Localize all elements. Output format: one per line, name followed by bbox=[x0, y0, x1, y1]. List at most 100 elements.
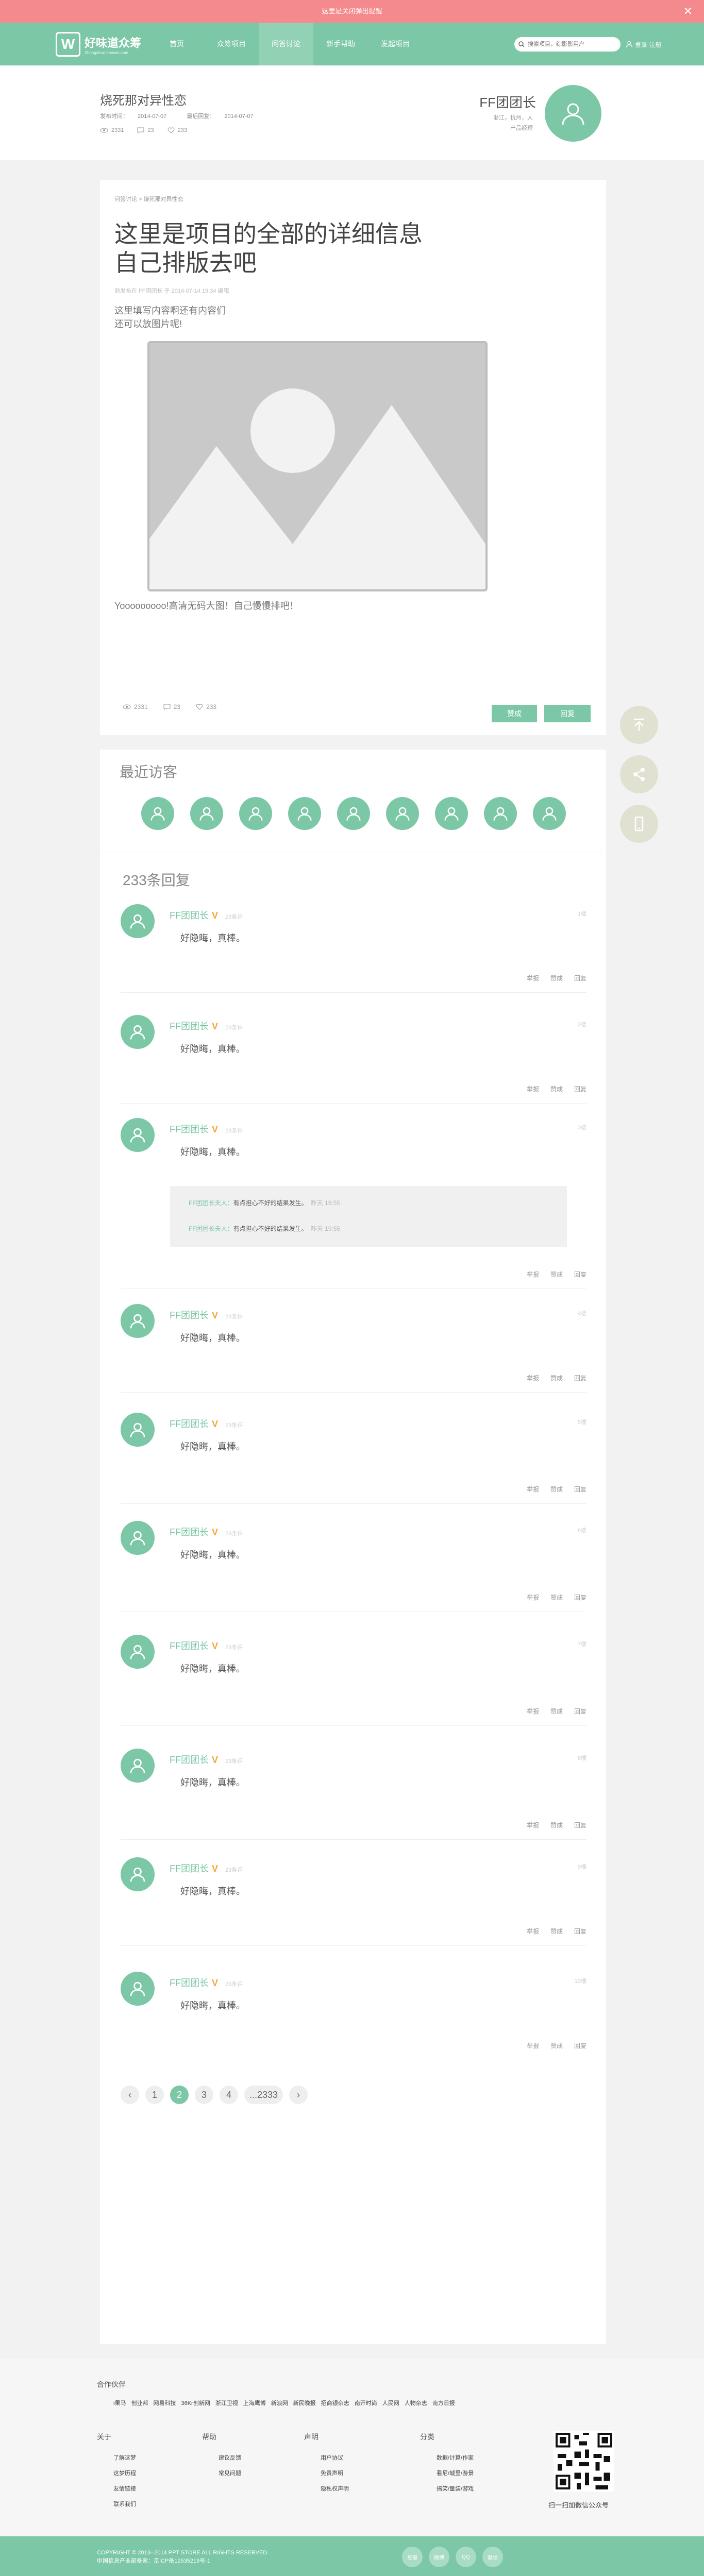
like-button[interactable]: 赞成 bbox=[492, 705, 537, 722]
nav-item-launch[interactable]: 发起项目 bbox=[368, 23, 423, 65]
like-link[interactable]: 赞成 bbox=[550, 1821, 563, 1829]
reply-author[interactable]: FF团团长 bbox=[170, 1755, 209, 1765]
reply-link[interactable]: 回复 bbox=[574, 2041, 586, 2050]
site-logo[interactable]: W 好味道众筹 Zhongchou.haowei.com bbox=[56, 32, 141, 57]
footer-link[interactable]: 建议反馈 bbox=[202, 2450, 241, 2466]
page-button[interactable]: 4 bbox=[220, 2086, 238, 2104]
page-button[interactable]: ...2333 bbox=[244, 2086, 283, 2104]
reply-link[interactable]: 回复 bbox=[574, 974, 586, 982]
qq-icon[interactable]: QQ bbox=[456, 2547, 476, 2567]
report-link[interactable]: 举报 bbox=[527, 2041, 539, 2050]
nav-item-help[interactable]: 新手帮助 bbox=[313, 23, 368, 65]
partner-link[interactable]: 上海鹰博 bbox=[243, 2399, 266, 2407]
page-button[interactable]: 3 bbox=[195, 2086, 213, 2104]
visitor-avatar[interactable] bbox=[386, 797, 419, 830]
reply-author[interactable]: FF团团长 bbox=[170, 1527, 209, 1537]
reply-link[interactable]: 回复 bbox=[574, 1270, 586, 1279]
footer-link[interactable]: 了解这梦 bbox=[97, 2450, 136, 2466]
search-icon[interactable] bbox=[518, 41, 525, 47]
reply-author[interactable]: FF团团长 bbox=[170, 1021, 209, 1031]
footer-link[interactable]: 免责声明 bbox=[304, 2466, 349, 2481]
nav-item-discussion[interactable]: 问答讨论 bbox=[259, 23, 313, 65]
reply-author[interactable]: FF团团长 bbox=[170, 1124, 209, 1134]
like-link[interactable]: 赞成 bbox=[550, 1374, 563, 1382]
douban-icon[interactable]: 豆瓣 bbox=[402, 2547, 423, 2567]
visitor-avatar[interactable] bbox=[239, 797, 272, 830]
like-link[interactable]: 赞成 bbox=[550, 1270, 563, 1279]
reply-avatar[interactable] bbox=[121, 1413, 155, 1447]
visitor-avatar[interactable] bbox=[190, 797, 223, 830]
visitor-avatar[interactable] bbox=[484, 797, 517, 830]
page-button[interactable]: 1 bbox=[145, 2086, 164, 2104]
reply-author[interactable]: FF团团长 bbox=[170, 1978, 209, 1988]
partner-link[interactable]: 人物杂志 bbox=[405, 2399, 427, 2407]
reply-author[interactable]: FF团团长 bbox=[170, 910, 209, 921]
next-page-button[interactable]: › bbox=[289, 2086, 308, 2104]
close-icon[interactable]: ✕ bbox=[683, 0, 693, 23]
wechat-icon[interactable]: 微信 bbox=[482, 2547, 503, 2567]
footer-link[interactable]: 隐私权声明 bbox=[304, 2481, 349, 2497]
partner-link[interactable]: 新浪网 bbox=[271, 2399, 288, 2407]
footer-link[interactable]: 用户协议 bbox=[304, 2450, 349, 2466]
reply-link[interactable]: 回复 bbox=[574, 1084, 586, 1093]
footer-link[interactable]: 常见问题 bbox=[202, 2466, 241, 2481]
owner-avatar[interactable] bbox=[545, 85, 601, 142]
partner-link[interactable]: 南方日报 bbox=[432, 2399, 455, 2407]
partner-link[interactable]: 南开时尚 bbox=[355, 2399, 377, 2407]
reply-avatar[interactable] bbox=[121, 1015, 155, 1049]
reply-author[interactable]: FF团团长 bbox=[170, 1641, 209, 1651]
reply-link[interactable]: 回复 bbox=[574, 1593, 586, 1602]
reply-author[interactable]: FF团团长 bbox=[170, 1863, 209, 1874]
partner-link[interactable]: 人民网 bbox=[382, 2399, 399, 2407]
visitor-avatar[interactable] bbox=[435, 797, 468, 830]
sub-reply-author[interactable]: FF团团长夫人： bbox=[189, 1225, 233, 1232]
report-link[interactable]: 举报 bbox=[527, 1485, 539, 1494]
like-link[interactable]: 赞成 bbox=[550, 1084, 563, 1093]
footer-link[interactable]: 友情链接 bbox=[97, 2481, 136, 2497]
like-link[interactable]: 赞成 bbox=[550, 1707, 563, 1716]
visitor-avatar[interactable] bbox=[337, 797, 370, 830]
visitor-avatar[interactable] bbox=[288, 797, 321, 830]
footer-link[interactable]: 联系我们 bbox=[97, 2497, 136, 2512]
report-link[interactable]: 举报 bbox=[527, 1593, 539, 1602]
visitor-avatar[interactable] bbox=[141, 797, 174, 830]
nav-item-projects[interactable]: 众筹项目 bbox=[204, 23, 259, 65]
report-link[interactable]: 举报 bbox=[527, 1084, 539, 1093]
report-link[interactable]: 举报 bbox=[527, 1374, 539, 1382]
like-link[interactable]: 赞成 bbox=[550, 1485, 563, 1494]
reply-avatar[interactable] bbox=[121, 1118, 155, 1152]
reply-link[interactable]: 回复 bbox=[574, 1485, 586, 1494]
like-link[interactable]: 赞成 bbox=[550, 1593, 563, 1602]
prev-page-button[interactable]: ‹ bbox=[121, 2086, 139, 2104]
sub-reply-author[interactable]: FF团团长夫人： bbox=[189, 1199, 233, 1207]
reply-avatar[interactable] bbox=[121, 1972, 155, 2006]
footer-link[interactable]: 搞笑/量装/游戏 bbox=[420, 2481, 474, 2497]
reply-link[interactable]: 回复 bbox=[574, 1927, 586, 1936]
reply-link[interactable]: 回复 bbox=[574, 1821, 586, 1829]
partner-link[interactable]: 新民晚报 bbox=[293, 2399, 316, 2407]
like-link[interactable]: 赞成 bbox=[550, 2041, 563, 2050]
footer-link[interactable]: 看尼/城里/游景 bbox=[420, 2466, 474, 2481]
reply-avatar[interactable] bbox=[121, 1635, 155, 1669]
reply-link[interactable]: 回复 bbox=[574, 1707, 586, 1716]
reply-avatar[interactable] bbox=[121, 1857, 155, 1891]
partner-link[interactable]: 网易科技 bbox=[153, 2399, 176, 2407]
report-link[interactable]: 举报 bbox=[527, 1707, 539, 1716]
reply-avatar[interactable] bbox=[121, 1749, 155, 1783]
partner-link[interactable]: 创业邦 bbox=[131, 2399, 148, 2407]
page-button-current[interactable]: 2 bbox=[170, 2086, 189, 2104]
weibo-icon[interactable]: 微博 bbox=[429, 2547, 449, 2567]
mobile-button[interactable] bbox=[620, 805, 658, 843]
footer-link[interactable]: 这梦历程 bbox=[97, 2466, 136, 2481]
partner-link[interactable]: 36Kr创新网 bbox=[181, 2399, 210, 2407]
partner-link[interactable]: i果马 bbox=[113, 2399, 126, 2407]
partner-link[interactable]: 浙江卫视 bbox=[215, 2399, 238, 2407]
reply-button[interactable]: 回复 bbox=[544, 705, 591, 722]
back-to-top-button[interactable] bbox=[620, 706, 658, 744]
breadcrumb[interactable]: 问答讨论 > 烧死那对异性恋 bbox=[114, 195, 183, 203]
reply-link[interactable]: 回复 bbox=[574, 1374, 586, 1382]
reply-author[interactable]: FF团团长 bbox=[170, 1310, 209, 1320]
reply-author[interactable]: FF团团长 bbox=[170, 1419, 209, 1429]
footer-link[interactable]: 数据/计算/作家 bbox=[420, 2450, 474, 2466]
report-link[interactable]: 举报 bbox=[527, 1927, 539, 1936]
